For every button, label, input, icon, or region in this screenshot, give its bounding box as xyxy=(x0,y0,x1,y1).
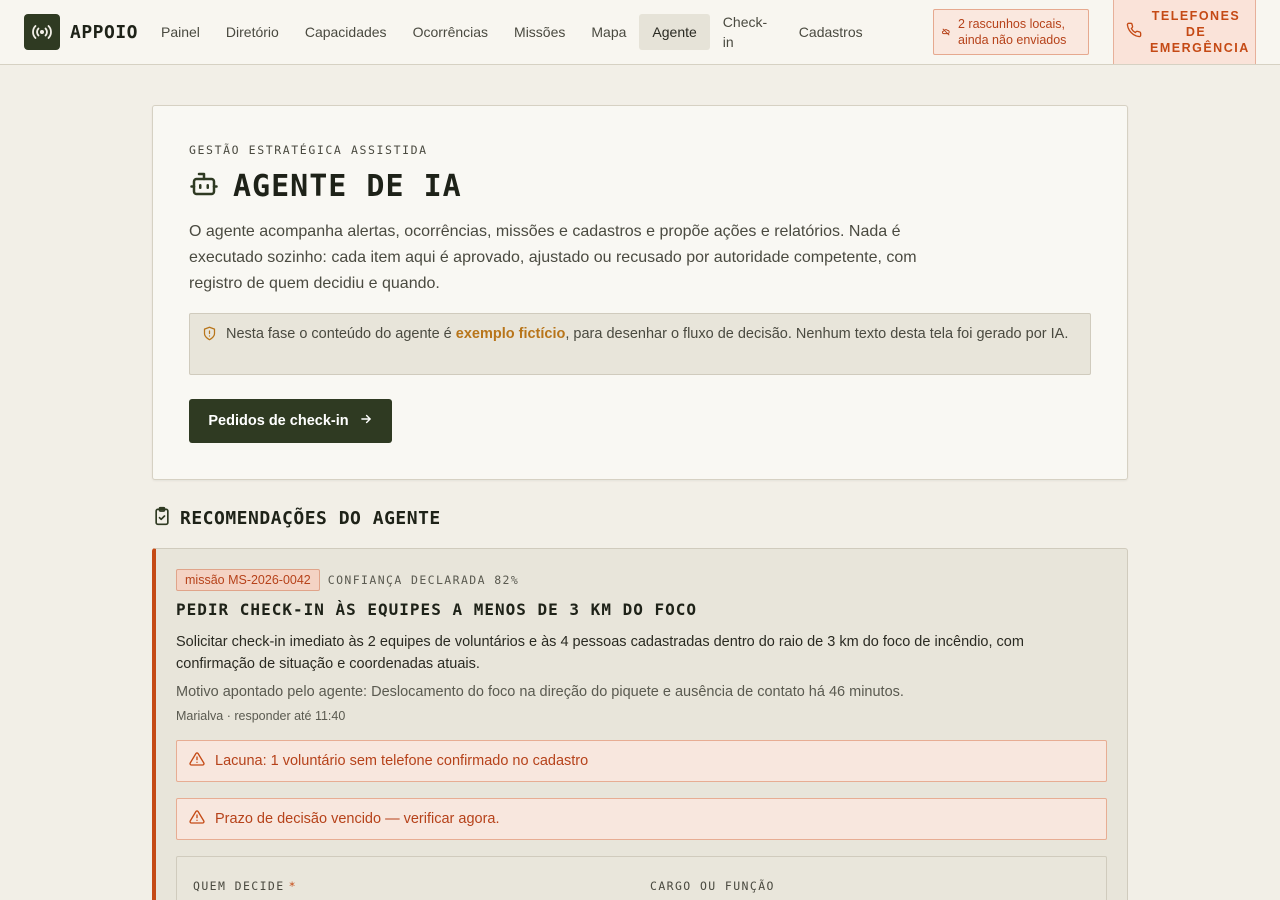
recommendation-meta: missão MS-2026-0042 CONFIANÇA DECLARADA … xyxy=(176,569,519,591)
checkin-requests-button[interactable]: Pedidos de check-in xyxy=(189,399,392,443)
phone-icon xyxy=(1126,22,1142,43)
notice-highlight: exemplo fictício xyxy=(455,326,566,342)
emergency-label: TELEFONES DE EMERGÊNCIA xyxy=(1150,9,1250,55)
recommendation-owner: Marialva · responder até 11:40 xyxy=(176,709,346,723)
nav-item-diretorio[interactable]: Diretório xyxy=(213,14,292,50)
deadline-alert: Prazo de decisão vencido — verificar ago… xyxy=(176,798,1107,840)
drafts-label: 2 rascunhos locais, ainda não enviados xyxy=(958,17,1067,47)
main-nav: Painel Diretório Capacidades Ocorrências… xyxy=(148,14,876,50)
notice-text-before: Nesta fase o conteúdo do agente é xyxy=(226,326,456,342)
nav-item-cadastros[interactable]: Cadastros xyxy=(786,14,876,50)
recommendation-card: missão MS-2026-0042 CONFIANÇA DECLARADA … xyxy=(152,548,1128,900)
arrow-right-icon xyxy=(359,412,373,430)
recommendations-title: RECOMENDAÇÕES DO AGENTE xyxy=(180,507,441,529)
warning-icon xyxy=(189,751,205,771)
hero-description: O agente acompanha alertas, ocorrências,… xyxy=(189,223,917,292)
mission-badge[interactable]: missão MS-2026-0042 xyxy=(176,569,320,591)
emergency-phones-button[interactable]: TELEFONES DE EMERGÊNCIA xyxy=(1113,0,1256,64)
warning-icon xyxy=(189,809,205,829)
fictional-content-notice: Nesta fase o conteúdo do agente é exempl… xyxy=(189,313,1091,375)
local-drafts-indicator[interactable]: 2 rascunhos locais, ainda não enviados xyxy=(933,9,1089,55)
page-title: AGENTE DE IA xyxy=(189,168,462,204)
hero-eyebrow: GESTÃO ESTRATÉGICA ASSISTIDA xyxy=(189,143,428,157)
notice-text-after: , para desenhar o fluxo de decisão. Nenh… xyxy=(565,326,1069,342)
nav-item-check-in[interactable]: Check-in xyxy=(710,14,786,50)
clipboard-check-icon xyxy=(152,506,172,531)
decision-form: QUEM DECIDE * CARGO OU FUNÇÃO xyxy=(176,856,1107,900)
agent-hero-card: GESTÃO ESTRATÉGICA ASSISTIDA AGENTE DE I… xyxy=(152,105,1128,480)
cloud-off-icon xyxy=(941,23,950,41)
role-field-label: CARGO OU FUNÇÃO xyxy=(650,879,775,893)
recommendations-heading: RECOMENDAÇÕES DO AGENTE xyxy=(152,505,441,531)
nav-item-capacidades[interactable]: Capacidades xyxy=(292,14,400,50)
page-title-text: AGENTE DE IA xyxy=(233,168,462,204)
gap-alert-text: Lacuna: 1 voluntário sem telefone confir… xyxy=(215,753,589,769)
top-navigation-bar: APPOIO Painel Diretório Capacidades Ocor… xyxy=(0,0,1280,65)
broadcast-icon xyxy=(24,14,60,50)
checkin-requests-label: Pedidos de check-in xyxy=(208,413,349,429)
decider-label-text: QUEM DECIDE xyxy=(193,879,285,893)
nav-item-painel[interactable]: Painel xyxy=(148,14,213,50)
deadline-alert-text: Prazo de decisão vencido — verificar ago… xyxy=(215,811,500,827)
recommendation-description: Solicitar check-in imediato às 2 equipes… xyxy=(176,634,1024,672)
recommendation-reason: Motivo apontado pelo agente: Deslocament… xyxy=(176,684,904,700)
confidence-label: CONFIANÇA DECLARADA 82% xyxy=(327,573,520,587)
brand[interactable]: APPOIO xyxy=(24,14,138,50)
nav-item-ocorrencias[interactable]: Ocorrências xyxy=(400,14,501,50)
nav-item-missoes[interactable]: Missões xyxy=(501,14,578,50)
robot-icon xyxy=(189,169,219,204)
nav-item-mapa[interactable]: Mapa xyxy=(578,14,639,50)
app-name: APPOIO xyxy=(70,21,139,43)
decider-field-label: QUEM DECIDE * xyxy=(193,879,297,893)
required-marker: * xyxy=(288,879,297,893)
shield-icon xyxy=(202,326,217,347)
recommendation-title: PEDIR CHECK-IN ÀS EQUIPES A MENOS DE 3 K… xyxy=(176,600,698,619)
nav-item-agente[interactable]: Agente xyxy=(639,14,710,50)
gap-alert: Lacuna: 1 voluntário sem telefone confir… xyxy=(176,740,1107,782)
